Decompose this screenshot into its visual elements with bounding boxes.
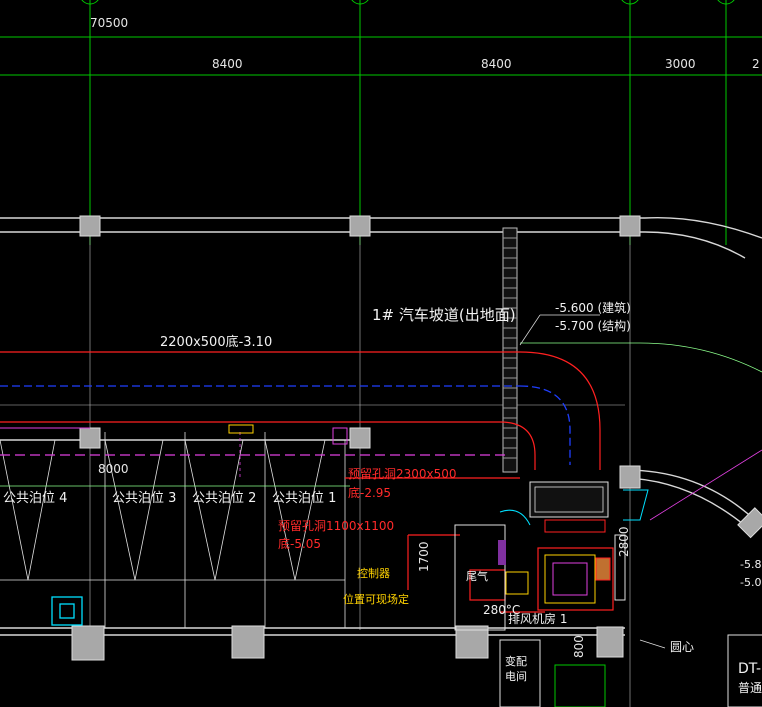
elevator-label-1: DT-: [738, 661, 761, 677]
room-small-2: 电间: [505, 670, 527, 683]
dim-span-1: 8400: [212, 57, 243, 71]
dim-span-3: 3000: [665, 57, 696, 71]
controller-label: 控制器: [357, 566, 390, 580]
duct-main-label: 2200x500底-3.10: [160, 334, 272, 350]
axis-grid: [0, 0, 762, 245]
level-struct: -5.700 (结构): [555, 318, 631, 333]
dim-bottom-depth: 800: [572, 635, 586, 658]
room-small-1: 变配: [505, 654, 527, 668]
right-level-1: -5.80: [740, 558, 762, 571]
parking-label-4: 公共泊位 4: [3, 491, 67, 506]
parking-label-1: 公共泊位 1: [272, 491, 336, 506]
dim-span-4: 2: [752, 57, 760, 71]
elevator-label-2: 普通: [738, 681, 762, 695]
right-rooms: [499, 634, 762, 707]
right-level-2: -5.05: [740, 576, 762, 589]
dim-room-depth: 1700: [417, 541, 431, 572]
cad-drawing-canvas[interactable]: 70500 8400 8400 3000 2 8000 1700 800 280…: [0, 0, 762, 707]
axis-bubbles: [81, 0, 735, 5]
opening-lower-1: 预留孔洞1100x1100: [278, 519, 394, 533]
floor-plan: 70500 8400 8400 3000 2 8000 1700 800 280…: [0, 0, 762, 707]
circle-note: 圆心: [670, 640, 694, 654]
dim-total: 70500: [90, 16, 128, 30]
parking-label-2: 公共泊位 2: [192, 491, 256, 506]
level-arch: -5.600 (建筑): [555, 300, 631, 315]
ramp-label: 1# 汽车坡道(出地面): [372, 306, 516, 324]
fire-damper-label: 280°C: [483, 603, 520, 617]
location-note: 位置可现场定: [343, 592, 409, 606]
dim-right-depth: 2800: [617, 526, 631, 557]
opening-upper-2: 底-2.95: [348, 485, 391, 500]
exhaust-label: 尾气: [466, 569, 488, 583]
ramp-wall: [502, 227, 518, 473]
columns: [71, 215, 762, 661]
opening-lower-2: 底-5.05: [278, 536, 321, 551]
parking-label-3: 公共泊位 3: [112, 491, 176, 506]
dim-bay: 8000: [98, 462, 129, 476]
duct-markers: [228, 424, 348, 445]
device-left: [51, 596, 83, 626]
opening-upper-1: 预留孔洞2300x500: [348, 467, 457, 481]
dim-span-2: 8400: [481, 57, 512, 71]
